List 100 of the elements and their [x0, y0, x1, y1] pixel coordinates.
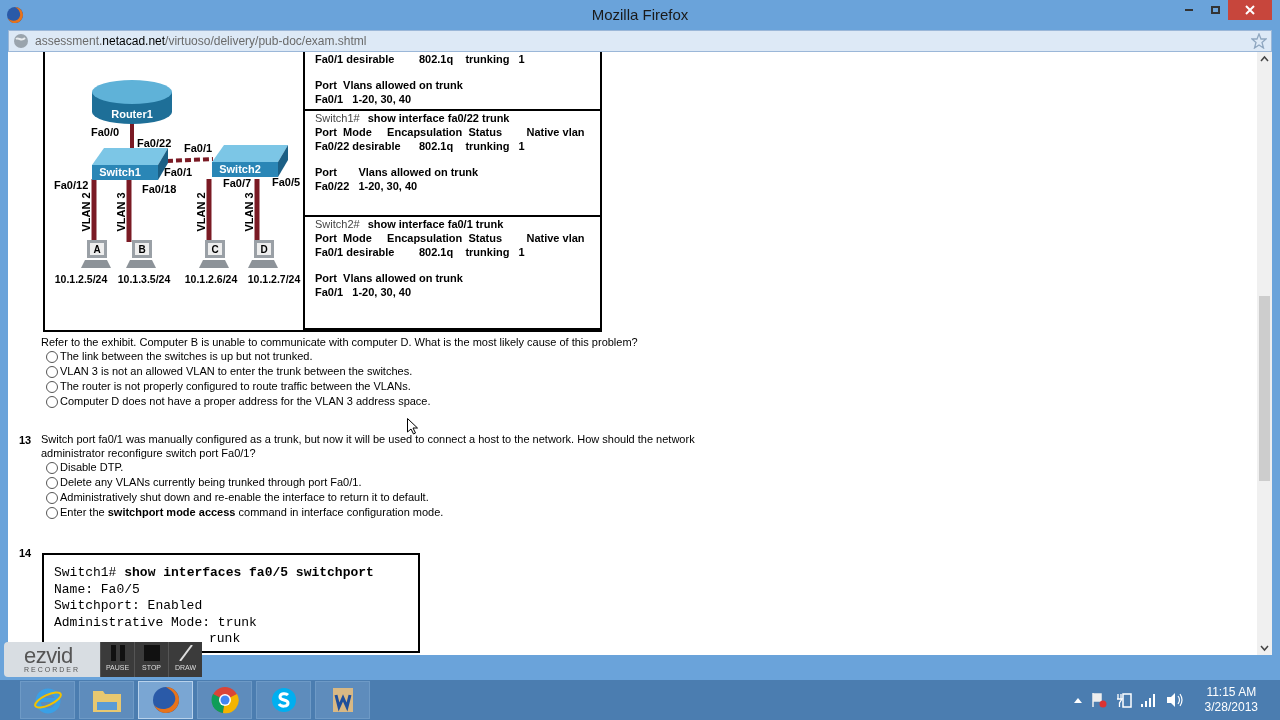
port-label: Fa0/22	[137, 137, 172, 149]
scroll-down-icon[interactable]	[1260, 643, 1269, 652]
output-line: Port Vlans allowed on trunk	[315, 164, 480, 179]
code-line: Administrative Mode: trunk	[54, 614, 257, 631]
browser-icon	[150, 685, 181, 715]
output-line: Port Vlans allowed on trunk	[315, 270, 464, 285]
browser-icon	[210, 686, 239, 714]
radio-button[interactable]	[46, 461, 58, 474]
clock-time: 11:15 AM	[1206, 685, 1257, 700]
close-button[interactable]	[1228, 0, 1272, 20]
question-text: Switch port fa0/1 was manually configured as a trunk, but now it will be used to connect a host to the network. How should the network administrator reconfigure switch port Fa0/1?	[41, 432, 696, 460]
host-address: 10.1.3.5/24	[117, 273, 171, 285]
switch-icon	[212, 145, 288, 177]
answer-option: Delete any VLANs currently being trunked through port Fa0/1.	[60, 474, 362, 491]
answer-option: Administratively shut down and re-enable the interface to return it to default.	[60, 489, 429, 506]
network-link	[126, 179, 132, 242]
answer-option: VLAN 3 is not an allowed VLAN to enter the trunk between the switches.	[60, 363, 413, 380]
output-line: Fa0/22 desirable 802.1q trunking 1	[315, 138, 526, 153]
host-address: 10.1.2.6/24	[184, 273, 238, 285]
output-line: Port Vlans allowed on trunk	[315, 78, 464, 92]
port-label: Fa0/18	[142, 183, 177, 195]
vlan-label: VLAN 2	[80, 192, 92, 232]
output-line: Fa0/1 desirable 802.1q trunking 1	[315, 244, 526, 259]
pause-icon	[109, 645, 126, 662]
browser-icon	[33, 686, 62, 714]
port-label: Fa0/12	[54, 179, 89, 191]
answer-option: Enter the switchport mode access command in interface configuration mode.	[60, 504, 444, 521]
signal-icon[interactable]	[1140, 693, 1157, 707]
bookmark-star-icon	[1251, 33, 1267, 49]
computer-icon	[81, 240, 111, 268]
host-address: 10.1.2.7/24	[247, 273, 301, 285]
router-icon	[92, 80, 172, 124]
output-line: Fa0/1 1-20, 30, 40	[315, 284, 412, 299]
code-line: Switch1# show interfaces fa0/5 switchport	[54, 565, 375, 582]
clock[interactable]: 11:15 AM 3/28/2013	[1204, 685, 1258, 715]
mouse-cursor-icon	[407, 418, 418, 435]
output-line: Fa0/22 1-20, 30, 40	[315, 178, 419, 193]
vlan-label: VLAN 3	[115, 192, 127, 232]
radio-button[interactable]	[46, 380, 58, 393]
firefox-icon	[6, 6, 24, 24]
taskbar-app[interactable]	[138, 681, 193, 719]
output-line: Port Mode Encapsulation Status Native vlan	[315, 124, 586, 139]
trunk-link	[166, 157, 214, 163]
vlan-label: VLAN 3	[243, 192, 255, 232]
host-label: A	[93, 244, 101, 255]
radio-button[interactable]	[46, 476, 58, 489]
scroll-up-icon[interactable]	[1260, 55, 1269, 64]
taskbar-app[interactable]	[315, 681, 370, 719]
answer-option: Computer D does not have a proper address for the VLAN 3 address space.	[60, 393, 431, 410]
show-hidden-icons[interactable]	[1073, 697, 1082, 703]
recorder-logo: ezvid	[24, 645, 73, 666]
computer-icon	[199, 240, 229, 268]
code-line: Name: Fa0/5	[54, 581, 140, 598]
device-label: Switch2	[219, 163, 261, 175]
host-label: C	[211, 244, 219, 255]
taskbar-app[interactable]	[256, 681, 311, 719]
network-link	[254, 179, 260, 242]
computer-icon	[248, 240, 278, 268]
scrollbar[interactable]	[1257, 52, 1272, 655]
radio-button[interactable]	[46, 491, 58, 504]
output-line: Fa0/1 desirable 802.1q trunking 1	[315, 52, 526, 66]
address-bar[interactable]: assessment.netacad.net/virtuoso/delivery/pub-doc/exam.shtml	[8, 30, 1272, 52]
port-label: Fa0/7	[223, 177, 252, 189]
port-label: Fa0/1	[184, 142, 213, 154]
code-line: runk	[209, 631, 241, 648]
host-address: 10.1.2.5/24	[54, 273, 108, 285]
host-label: D	[260, 244, 268, 255]
cli-command: show interface fa0/22 trunk	[367, 110, 510, 125]
output-line: Port Mode Encapsulation Status Native vlan	[315, 230, 586, 245]
scrollbar-thumb[interactable]	[1259, 296, 1270, 481]
port-label: Fa0/0	[91, 126, 120, 138]
network-link	[130, 122, 134, 150]
radio-button[interactable]	[46, 350, 58, 363]
computer-icon	[126, 240, 156, 268]
cli-prompt: Switch2#	[315, 216, 360, 231]
radio-button[interactable]	[46, 365, 58, 378]
code-line: Switchport: Enabled	[54, 598, 203, 615]
url-text: assessment.netacad.net/virtuoso/delivery/pub-doc/exam.shtml	[35, 33, 367, 50]
stop-icon	[143, 645, 160, 662]
flag-icon[interactable]	[1090, 692, 1107, 708]
question-number: 13	[18, 433, 33, 448]
answer-option: The link between the switches is up but not trunked.	[60, 348, 313, 365]
taskbar-app[interactable]	[197, 681, 252, 719]
port-label: Fa0/1	[164, 166, 193, 178]
cli-prompt: Switch1#	[315, 110, 360, 125]
close-icon	[1245, 5, 1255, 15]
port-label: Fa0/5	[272, 176, 301, 188]
power-icon[interactable]	[1115, 692, 1132, 708]
question-number: 14	[18, 546, 33, 561]
vlan-label: VLAN 2	[195, 192, 207, 232]
device-label: Switch1	[99, 166, 141, 178]
clock-date: 3/28/2013	[1204, 700, 1258, 715]
radio-button[interactable]	[46, 506, 58, 519]
output-line: Fa0/1 1-20, 30, 40	[315, 92, 412, 106]
radio-button[interactable]	[46, 395, 58, 408]
window-title: Mozilla Firefox	[591, 4, 689, 25]
answer-option: Disable DTP.	[60, 459, 124, 476]
answer-option: The router is not properly configured to route traffic between the VLANs.	[60, 378, 411, 395]
globe-icon	[13, 33, 29, 49]
speaker-icon[interactable]	[1165, 692, 1184, 708]
